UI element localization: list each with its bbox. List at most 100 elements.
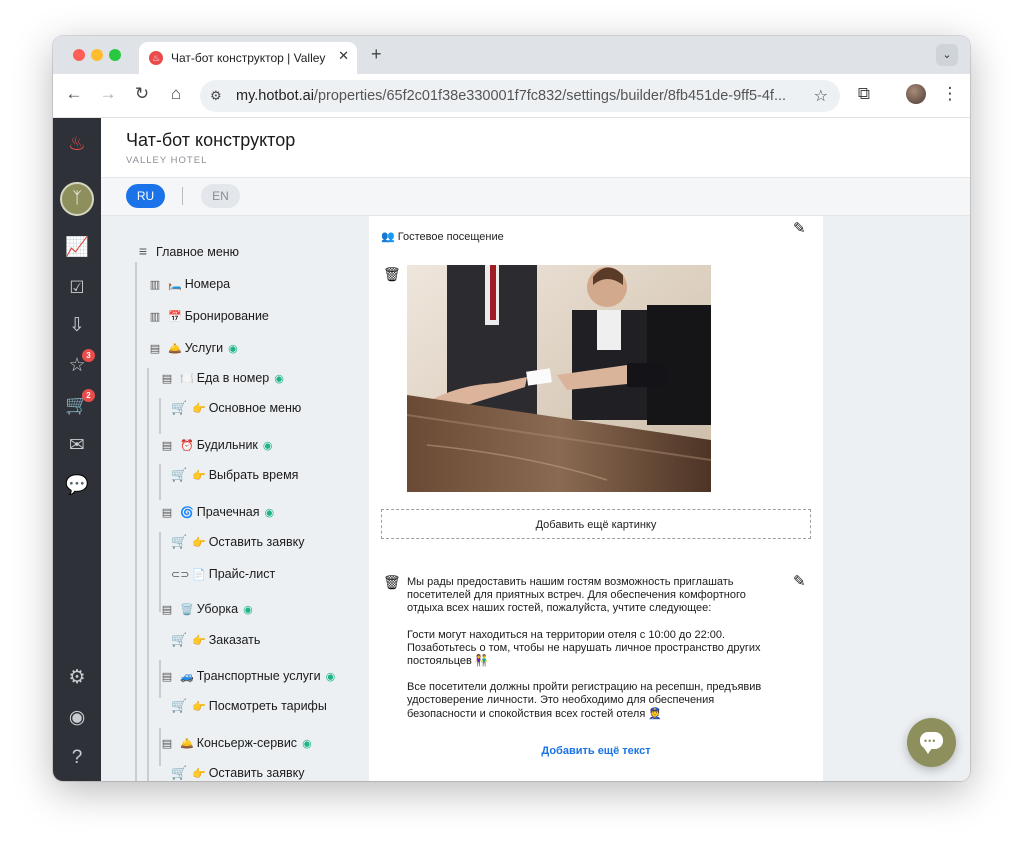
cart-icon: 🛒 xyxy=(171,698,188,713)
tree-item-cleaning[interactable]: ▤ 🗑️ Уборка ◉ xyxy=(159,598,253,620)
cart-icon: 🛒 xyxy=(171,632,188,647)
block-title: 👥 Гостевое посещение xyxy=(381,231,504,243)
chat-bubble-icon[interactable]: 💬 xyxy=(63,472,91,500)
tree-item-food-menu[interactable]: 🛒 👉 Основное меню xyxy=(171,397,301,419)
app-area: ♨ ᛉ 📈 ☑ ⇩ ☆ 3 🛒 2 ✉ 💬 ⚙ ◉ ? Чат-бот констр… xyxy=(53,118,970,781)
reload-icon[interactable]: ↻ xyxy=(131,84,153,104)
flow-brain-icon[interactable]: ◉ xyxy=(265,502,275,524)
edit-pencil-icon[interactable]: ✎ xyxy=(793,572,806,590)
message-paragraph: Все посетители должны пройти регистрацию… xyxy=(407,681,762,720)
cart-icon: 🛒 xyxy=(171,400,188,415)
tree-item-concierge[interactable]: ▤ 🛎️ Консьерж-сервис ◉ xyxy=(159,732,312,754)
tree-item-transport[interactable]: ▤ 🚙 Транспортные услуги ◉ xyxy=(159,665,335,687)
tree-item-concierge-request[interactable]: 🛒 👉 Оставить заявку xyxy=(171,762,305,781)
close-window-button[interactable] xyxy=(73,49,85,61)
message-editor: 👥 Гостевое посещение ✎ 🗑 Добавить ещё ка… xyxy=(369,216,823,781)
tree-connector xyxy=(135,262,137,781)
tree-item-food[interactable]: ▤ 🍽️ Еда в номер ◉ xyxy=(159,367,284,389)
add-text-button[interactable]: Добавить ещё текст xyxy=(369,745,823,757)
delete-trash-icon[interactable]: 🗑 xyxy=(383,574,401,591)
settings-gear-icon[interactable]: ⚙ xyxy=(63,664,91,692)
page-title: Чат-бот конструктор xyxy=(126,130,296,150)
language-ru-button[interactable]: RU xyxy=(126,184,165,208)
hotel-name: VALLEY HOTEL xyxy=(126,155,208,166)
language-en-button[interactable]: EN xyxy=(201,184,240,208)
list-card-icon: ▤ xyxy=(161,507,173,519)
inbox-tray-icon[interactable]: ⇩ xyxy=(63,312,91,340)
flow-brain-icon[interactable]: ◉ xyxy=(263,435,273,457)
tree-connector xyxy=(159,464,161,500)
list-card-icon: ▤ xyxy=(161,604,173,616)
help-question-icon[interactable]: ? xyxy=(63,744,91,772)
new-tab-button[interactable]: + xyxy=(371,44,382,65)
tree-item-main-menu[interactable]: ≡ Главное меню xyxy=(135,240,239,262)
browser-menu-icon[interactable]: ⋮ xyxy=(939,84,961,104)
language-divider xyxy=(182,187,183,205)
zoom-window-button[interactable] xyxy=(109,49,121,61)
reviews-star-icon[interactable]: ☆ 3 xyxy=(63,349,95,380)
tree-item-booking[interactable]: ▥ 📅 Бронирование xyxy=(147,305,269,327)
list-card-icon: ▤ xyxy=(161,373,173,385)
tasks-check-icon[interactable]: ☑ xyxy=(63,274,91,302)
tree-item-services[interactable]: ▤ 🛎️ Услуги ◉ xyxy=(147,337,238,359)
tree-item-alarm[interactable]: ▤ ⏰ Будильник ◉ xyxy=(159,434,273,456)
site-settings-icon[interactable]: ⚙ xyxy=(210,88,222,104)
browser-toolbar: ← → ↻ ⌂ ⚙ my.hotbot.ai/properties/65f2c0… xyxy=(53,74,970,118)
hotbot-logo-icon[interactable]: ♨ xyxy=(63,130,91,158)
analytics-chart-icon[interactable]: 📈 xyxy=(63,234,91,262)
tree-item-laundry-request[interactable]: 🛒 👉 Оставить заявку xyxy=(171,531,305,553)
support-chat-button[interactable]: ••• xyxy=(907,718,956,767)
minimize-window-button[interactable] xyxy=(91,49,103,61)
flow-brain-icon[interactable]: ◉ xyxy=(228,338,238,360)
extensions-puzzle-icon[interactable]: ⧉ xyxy=(853,84,875,104)
flow-brain-icon[interactable]: ◉ xyxy=(326,666,336,688)
delete-trash-icon[interactable]: 🗑 xyxy=(383,266,401,283)
account-user-icon[interactable]: ◉ xyxy=(63,704,91,732)
link-icon: ⊂⊃ xyxy=(171,569,190,581)
page-header: Чат-бот конструктор VALLEY HOTEL xyxy=(101,118,970,178)
browser-tab[interactable]: ♨ Чат-бот конструктор | Valley ✕ xyxy=(139,42,357,74)
tree-item-rooms[interactable]: ▥ 🛏️ Номера xyxy=(147,273,230,295)
message-text[interactable]: Мы рады предоставить нашим гостям возмож… xyxy=(407,576,767,734)
menu-tree: ≡ Главное меню ▥ 🛏️ Номера ▥ 📅 Бронирование ▤… xyxy=(101,216,369,781)
message-paragraph: Мы рады предоставить нашим гостям возмож… xyxy=(407,576,746,615)
forward-arrow-icon[interactable]: → xyxy=(97,84,119,104)
browser-window: ♨ Чат-бот конструктор | Valley ✕ + ⌄ ← →… xyxy=(53,36,970,781)
add-image-button[interactable]: Добавить ещё картинку xyxy=(381,509,811,539)
cart-icon: 🛒 xyxy=(171,534,188,549)
orders-cart-icon[interactable]: 🛒 2 xyxy=(63,389,95,420)
bar-chart-icon: ▥ xyxy=(149,279,161,291)
flow-brain-icon[interactable]: ◉ xyxy=(243,599,253,621)
tab-search-button[interactable]: ⌄ xyxy=(936,44,958,66)
list-card-icon: ▤ xyxy=(161,671,173,683)
hotel-avatar[interactable]: ᛉ xyxy=(60,182,94,216)
cart-icon: 🛒 xyxy=(171,467,188,482)
address-bar[interactable]: ⚙ my.hotbot.ai/properties/65f2c01f38e330… xyxy=(200,80,840,112)
url-text: my.hotbot.ai/properties/65f2c01f38e33000… xyxy=(236,88,787,104)
edit-pencil-icon[interactable]: ✎ xyxy=(793,219,806,237)
list-card-icon: ▤ xyxy=(149,343,161,355)
profile-avatar[interactable] xyxy=(906,84,926,104)
mailing-envelope-icon[interactable]: ✉ xyxy=(63,432,91,460)
reviews-count-badge: 3 xyxy=(82,349,95,362)
bookmark-star-icon[interactable]: ☆ xyxy=(814,86,828,106)
tree-item-cleaning-order[interactable]: 🛒 👉 Заказать xyxy=(171,629,260,651)
tree-item-transport-rates[interactable]: 🛒 👉 Посмотреть тарифы xyxy=(171,695,327,717)
left-sidebar: ♨ ᛉ 📈 ☑ ⇩ ☆ 3 🛒 2 ✉ 💬 ⚙ ◉ ? xyxy=(53,118,101,781)
tree-item-laundry-prices[interactable]: ⊂⊃ 📄 Прайс-лист xyxy=(171,563,275,585)
cart-icon: 🛒 xyxy=(171,765,188,780)
message-paragraph: Гости могут находиться на территории оте… xyxy=(407,628,761,668)
tree-connector xyxy=(147,368,149,781)
tab-title: Чат-бот конструктор | Valley xyxy=(171,51,326,65)
back-arrow-icon[interactable]: ← xyxy=(63,84,85,104)
tree-item-alarm-time[interactable]: 🛒 👉 Выбрать время xyxy=(171,464,298,486)
home-icon[interactable]: ⌂ xyxy=(165,84,187,104)
flow-brain-icon[interactable]: ◉ xyxy=(274,368,284,390)
list-card-icon: ▤ xyxy=(161,738,173,750)
tree-item-laundry[interactable]: ▤ 🌀 Прачечная ◉ xyxy=(159,501,274,523)
hamburger-menu-icon: ≡ xyxy=(138,243,148,259)
orders-count-badge: 2 xyxy=(82,389,95,402)
bar-chart-icon: ▥ xyxy=(149,311,161,323)
tab-close-button[interactable]: ✕ xyxy=(338,48,349,64)
flow-brain-icon[interactable]: ◉ xyxy=(302,733,312,755)
